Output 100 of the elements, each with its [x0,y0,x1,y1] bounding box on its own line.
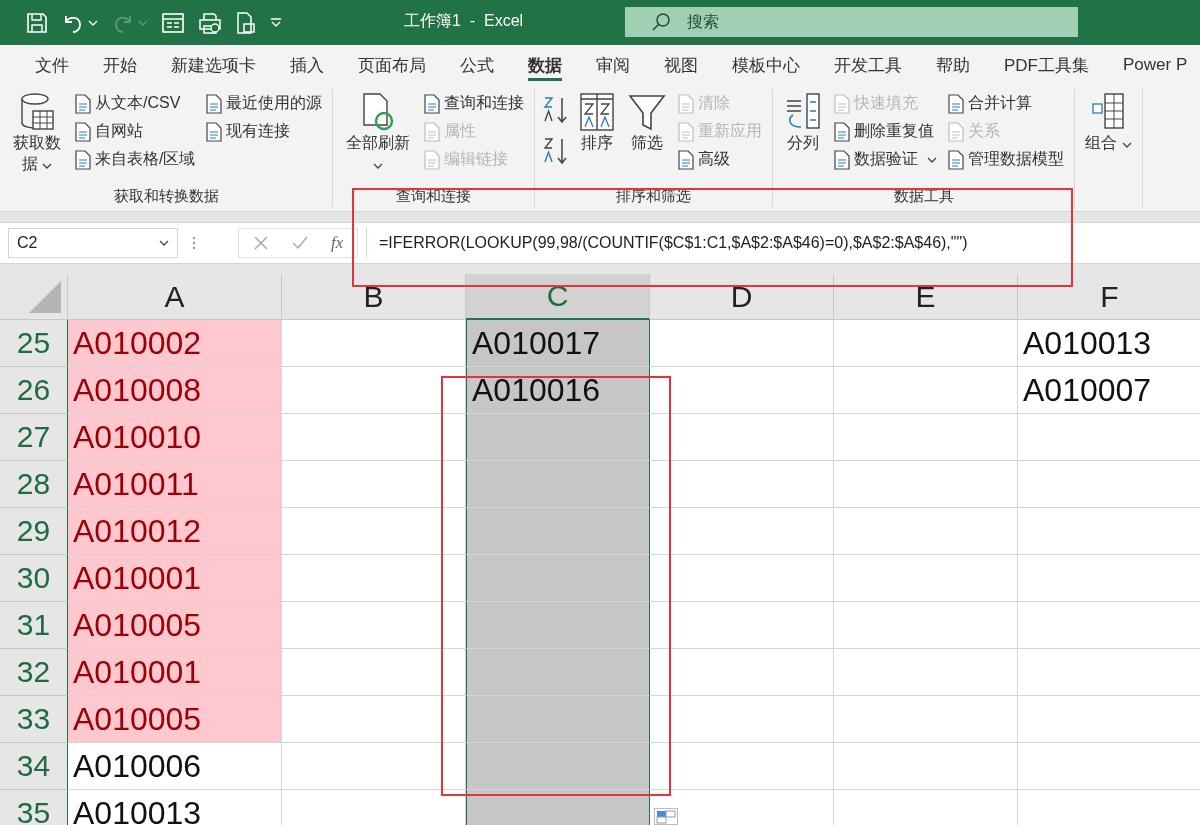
document-icon [947,93,966,114]
insert-function-button[interactable]: fx [331,233,344,253]
ribbon-tab[interactable]: 帮助 [919,45,987,85]
print-preview-icon[interactable] [236,11,256,34]
paste-options-icon[interactable] [654,808,678,825]
name-box[interactable]: C2 [8,228,178,258]
ribbon-button[interactable]: 现有连接 [203,119,325,144]
table-cell: A010010 [68,414,282,461]
document-icon [423,149,442,170]
row-header[interactable]: 33 [0,696,68,743]
row-header[interactable]: 31 [0,602,68,649]
table-cell: A010002 [68,320,282,367]
ribbon-tab[interactable]: PDF工具集 [987,45,1106,85]
ribbon-button[interactable]: 最近使用的源 [203,91,325,116]
ribbon-button[interactable]: 排序 [575,89,620,156]
check-icon[interactable] [291,235,309,251]
table-cell: A010001 [68,649,282,696]
ribbon-button[interactable]: 全部刷新 [341,89,416,177]
document-icon [833,121,852,142]
save-icon[interactable] [26,11,48,34]
ribbon-tab[interactable]: 页面布局 [341,45,443,85]
caret-icon [159,240,169,246]
row-header[interactable]: 35 [0,790,68,825]
ribbon-button[interactable]: 来自表格/区域 [72,147,198,172]
row-header[interactable]: 28 [0,461,68,508]
row-header[interactable]: 25 [0,320,68,367]
table-cell: A010013 [1018,320,1200,367]
row-header[interactable]: 32 [0,649,68,696]
ribbon-tab[interactable]: 文件 [18,45,86,85]
form-icon[interactable] [162,12,184,33]
caret-icon [373,162,384,169]
caret-icon [927,156,938,163]
sort-ascending-icon[interactable] [543,95,570,125]
ribbon-button[interactable]: 分列 [781,89,826,156]
ribbon-button[interactable]: 从文本/CSV [72,91,198,116]
ribbon-button[interactable]: 高级 [675,147,765,172]
table-cell: A010013 [68,790,282,825]
table-cell: A010008 [68,367,282,414]
window-title: 工作簿1 - Excel [404,11,524,31]
ribbon-button[interactable]: 合并计算 [945,91,1067,116]
ribbon-tab[interactable]: 开发工具 [817,45,919,85]
sort-descending-icon[interactable] [543,136,570,166]
ribbon-tab[interactable]: 模板中心 [715,45,817,85]
column-header[interactable]: A [68,274,282,320]
ribbon-tab[interactable]: 审阅 [579,45,647,85]
ribbon-button[interactable]: 查询和连接 [421,91,527,116]
table-cell: A010007 [1018,367,1200,414]
search-icon [651,12,671,32]
column-header[interactable]: E [834,274,1018,320]
caret-icon [42,162,53,169]
ribbon-tab[interactable]: 数据 [511,45,579,85]
ribbon-tab[interactable]: 插入 [273,45,341,85]
ribbon-button[interactable]: 自网站 [72,119,198,144]
ribbon-button[interactable]: 数据验证 [831,147,940,172]
document-icon [833,149,852,170]
table-cell: A010001 [68,555,282,602]
column-header[interactable]: D [650,274,834,320]
ribbon-button[interactable]: 获取数据 [8,89,66,177]
table-cell: A010005 [68,696,282,743]
ribbon-tab[interactable]: 公式 [443,45,511,85]
ribbon-tab[interactable]: 开始 [86,45,154,85]
table-cell: A010017 [466,320,650,367]
group-label: 获取和转换数据 [113,187,219,204]
document-icon [205,121,224,142]
document-icon [74,149,92,170]
ribbon-tab[interactable]: 视图 [647,45,715,85]
document-icon [677,121,696,142]
ribbon-button[interactable]: 删除重复值 [831,119,940,144]
ribbon-button[interactable]: 筛选 [625,89,670,156]
customize-caret-icon[interactable] [270,17,282,28]
table-cell: A010006 [68,743,282,790]
ribbon-tab[interactable]: Power P [1106,45,1200,85]
table-cell: A010012 [68,508,282,555]
table-cell: A010016 [466,367,650,414]
document-icon [677,149,696,170]
document-icon [74,93,92,114]
document-icon [947,121,966,142]
document-icon [677,93,696,114]
formula-field[interactable]: =IFERROR(LOOKUP(99,98/(COUNTIF($C$1:C1,$A$2:$A$46)=0),$A$2:$A$46),"") [366,228,1200,258]
document-icon [205,93,224,114]
printer-icon[interactable] [198,11,222,34]
row-header[interactable]: 30 [0,555,68,602]
ribbon-button[interactable]: 组合 [1083,89,1134,156]
ribbon-tab[interactable]: 新建选项卡 [154,45,273,85]
caret-icon [1121,142,1132,148]
row-header[interactable]: 34 [0,743,68,790]
column-header[interactable]: B [282,274,466,320]
document-icon [947,149,966,170]
document-icon [833,93,852,114]
table-cell: A010005 [68,602,282,649]
table-cell: A010011 [68,461,282,508]
row-header[interactable]: 26 [0,367,68,414]
row-header[interactable]: 27 [0,414,68,461]
document-icon [74,121,92,142]
search-field[interactable]: 搜索 [625,7,1078,37]
ribbon-button[interactable]: 管理数据模型 [945,147,1067,172]
row-header[interactable]: 29 [0,508,68,555]
more-options-icon [192,236,196,250]
document-icon [423,121,442,142]
document-icon [423,93,442,114]
